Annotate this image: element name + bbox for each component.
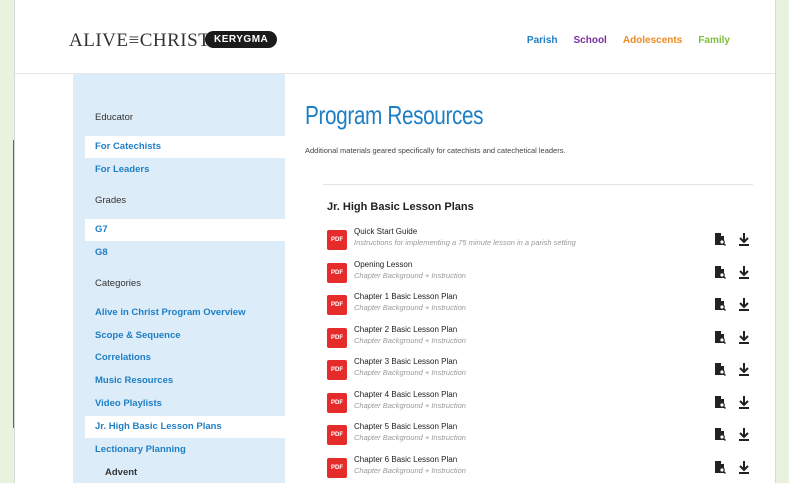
- nav-adolescents[interactable]: Adolescents: [623, 35, 682, 46]
- download-icon[interactable]: [737, 330, 751, 344]
- download-icon[interactable]: [737, 427, 751, 441]
- sidebar-item-for-catechists[interactable]: For Catechists: [85, 136, 295, 158]
- view-document-icon[interactable]: [713, 460, 727, 474]
- nav-family[interactable]: Family: [698, 35, 730, 46]
- resource-title[interactable]: Chapter 5 Basic Lesson Plan: [354, 422, 457, 431]
- logo-badge: KERYGMA: [205, 31, 278, 48]
- resource-row: PDF Chapter 1 Basic Lesson Plan Chapter Ba…: [327, 291, 749, 321]
- view-document-icon[interactable]: [713, 232, 727, 246]
- callout-line-vertical: [0, 140, 14, 428]
- sidebar-item-lectionary-planning[interactable]: Lectionary Planning: [85, 439, 295, 461]
- resource-title[interactable]: Quick Start Guide: [354, 227, 417, 236]
- pdf-icon[interactable]: PDF: [327, 327, 347, 348]
- pdf-icon[interactable]: PDF: [327, 457, 347, 478]
- resource-row: PDF Chapter 2 Basic Lesson Plan Chapter Ba…: [327, 324, 749, 354]
- resource-description: Chapter Background + Instruction: [354, 335, 466, 345]
- resource-title[interactable]: Chapter 2 Basic Lesson Plan: [354, 325, 457, 334]
- nav-school[interactable]: School: [574, 35, 607, 46]
- sidebar-item-g8[interactable]: G8: [85, 242, 295, 264]
- view-document-icon[interactable]: [713, 395, 727, 409]
- sidebar-item-for-leaders[interactable]: For Leaders: [85, 159, 295, 181]
- resource-description: Chapter Background + Instruction: [354, 270, 466, 280]
- download-icon[interactable]: [737, 395, 751, 409]
- top-navigation: Parish School Adolescents Family: [527, 35, 730, 46]
- resource-row: PDF Chapter 6 Basic Lesson Plan Chapter Ba…: [327, 454, 749, 483]
- view-document-icon[interactable]: [713, 330, 727, 344]
- download-icon[interactable]: [737, 232, 751, 246]
- sidebar-item-video-playlists[interactable]: Video Playlists: [85, 393, 295, 415]
- page-title: Program Resources: [305, 100, 484, 130]
- sidebar-item-scope-sequence[interactable]: Scope & Sequence: [85, 325, 295, 347]
- resource-description: Chapter Background + Instruction: [354, 368, 466, 377]
- resource-description: Instructions for implementing a 75 minut…: [354, 238, 576, 247]
- view-document-icon[interactable]: [713, 362, 727, 376]
- view-document-icon[interactable]: [713, 265, 727, 279]
- sidebar-item-program-overview[interactable]: Alive in Christ Program Overview: [85, 302, 295, 324]
- pdf-icon[interactable]: PDF: [327, 392, 347, 413]
- sidebar-heading-categories: Categories: [95, 278, 141, 289]
- sidebar-item-correlations[interactable]: Correlations: [85, 347, 295, 369]
- resource-row: PDF Chapter 4 Basic Lesson Plan Chapter Ba…: [327, 389, 749, 419]
- resource-row: PDF Chapter 3 Basic Lesson Plan Chapter Ba…: [327, 356, 749, 386]
- download-icon[interactable]: [737, 297, 751, 311]
- resource-description: Chapter Background + Instruction: [354, 400, 466, 410]
- pdf-icon[interactable]: PDF: [327, 425, 347, 445]
- download-icon[interactable]: [737, 265, 751, 279]
- resource-title[interactable]: Chapter 1 Basic Lesson Plan: [354, 292, 457, 301]
- sidebar-item-music-resources[interactable]: Music Resources: [85, 370, 295, 392]
- pdf-icon[interactable]: PDF: [327, 295, 347, 315]
- resource-title[interactable]: Chapter 6 Basic Lesson Plan: [354, 455, 457, 464]
- resource-row: PDF Chapter 5 Basic Lesson Plan Chapter Ba…: [327, 421, 749, 451]
- sidebar-subitem-advent[interactable]: Advent: [105, 467, 137, 478]
- resource-row: PDF Quick Start Guide Instructions for imp…: [327, 226, 749, 256]
- resource-description: Chapter Background + Instruction: [354, 465, 466, 475]
- resource-title[interactable]: Chapter 4 Basic Lesson Plan: [354, 390, 457, 399]
- resource-description: Chapter Background + Instruction: [354, 303, 466, 312]
- pdf-icon[interactable]: PDF: [327, 262, 347, 283]
- section-divider: [323, 184, 753, 185]
- page-subtitle: Additional materials geared specifically…: [305, 146, 566, 155]
- pdf-icon[interactable]: PDF: [327, 360, 347, 380]
- download-icon[interactable]: [737, 460, 751, 474]
- sidebar-item-jr-high-lesson-plans[interactable]: Jr. High Basic Lesson Plans: [85, 416, 295, 438]
- site-logo[interactable]: ALIVE≡CHRIST: [69, 30, 210, 52]
- main-content: Program Resources Additional materials g…: [305, 74, 765, 483]
- sidebar-heading-educator: Educator: [95, 112, 134, 123]
- view-document-icon[interactable]: [713, 427, 727, 441]
- section-title: Jr. High Basic Lesson Plans: [327, 201, 474, 213]
- resource-title[interactable]: Opening Lesson: [354, 260, 412, 269]
- sidebar: Educator For Catechists For Leaders Grad…: [73, 74, 295, 483]
- download-icon[interactable]: [737, 362, 751, 376]
- view-document-icon[interactable]: [713, 297, 727, 311]
- resource-description: Chapter Background + Instruction: [354, 433, 466, 442]
- resource-row: PDF Opening Lesson Chapter Background + In…: [327, 259, 749, 289]
- website-frame: ALIVE≡CHRIST KERYGMA Parish School Adole…: [14, 0, 776, 483]
- sidebar-heading-grades: Grades: [95, 195, 127, 206]
- pdf-icon[interactable]: PDF: [327, 230, 347, 250]
- nav-parish[interactable]: Parish: [527, 35, 558, 46]
- site-header: ALIVE≡CHRIST KERYGMA Parish School Adole…: [15, 0, 775, 74]
- sidebar-item-g7[interactable]: G7: [85, 219, 295, 241]
- resource-title[interactable]: Chapter 3 Basic Lesson Plan: [354, 357, 457, 366]
